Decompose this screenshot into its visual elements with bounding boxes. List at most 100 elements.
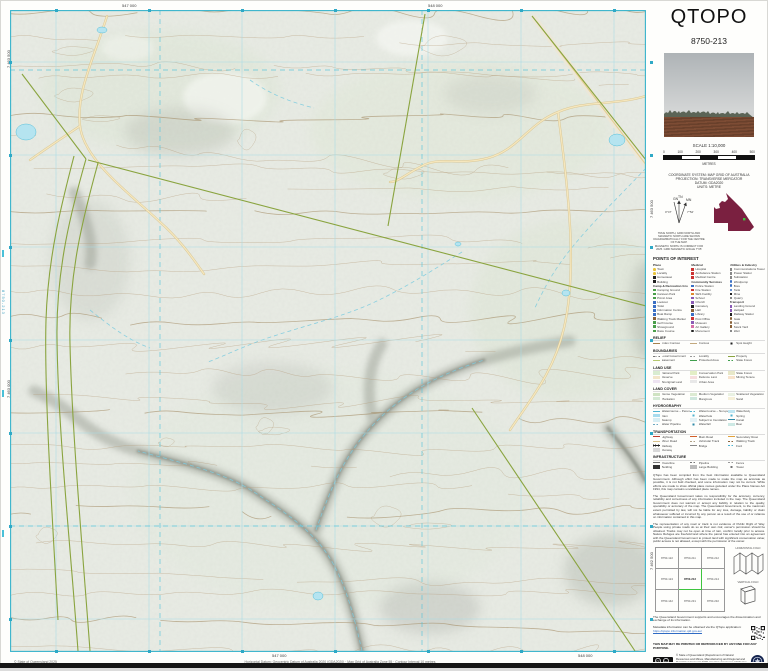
legend-item: Aboriginal Land bbox=[653, 380, 690, 384]
scale-segment bbox=[718, 156, 736, 159]
legend-swatch bbox=[727, 465, 735, 469]
poi-legend-title: POINTS OF INTEREST bbox=[653, 256, 699, 262]
legend-label: Building bbox=[661, 464, 673, 469]
queensland-locality-map bbox=[705, 192, 765, 237]
poi-symbol bbox=[653, 325, 656, 329]
legend-item: Waterfall bbox=[690, 422, 727, 426]
poi-symbol bbox=[729, 280, 733, 283]
poi-symbol bbox=[691, 313, 694, 316]
folded-map-icon bbox=[740, 585, 756, 605]
legend-label: Waterfall bbox=[698, 422, 711, 427]
cover-photo bbox=[664, 53, 754, 137]
adjoining-sheet-cell[interactable]: 8750-231 bbox=[678, 589, 702, 612]
adjoining-sheet-cell[interactable]: 8750-124 bbox=[655, 568, 679, 591]
reproduction-notice: THIS MAP MAY BE PRINTED OR REPRODUCED BY… bbox=[653, 642, 757, 650]
poi-symbol bbox=[691, 309, 694, 312]
poi-label: Weir bbox=[733, 328, 740, 333]
legend-label: Mining Tenure bbox=[736, 375, 755, 380]
legend-label: Tower bbox=[736, 464, 745, 469]
poi-symbol bbox=[729, 288, 733, 292]
grid-coordinate-label: 548 000 bbox=[428, 3, 443, 8]
disclaimer-paragraph: The Queensland Government takes no respo… bbox=[653, 493, 765, 520]
legend-item: Runway bbox=[653, 448, 690, 452]
grid-tick bbox=[9, 154, 12, 157]
legend-item: Reef bbox=[727, 422, 765, 426]
disclaimer-paragraph: QTopo has been compiled from the best in… bbox=[653, 473, 765, 492]
legend-swatch bbox=[653, 448, 660, 452]
legend-item: Mangrove bbox=[690, 397, 727, 401]
adjoining-sheet-cell[interactable]: 8750-214 bbox=[701, 568, 725, 591]
poi-symbol bbox=[729, 292, 733, 296]
scale-tick: 400 bbox=[731, 150, 737, 154]
grid-tick bbox=[520, 9, 523, 12]
map-area[interactable]: 547 000 548 000 547 000 548 000 7 463 500 7 4… bbox=[6, 4, 654, 665]
legend-item: Water Pipeline bbox=[653, 422, 690, 426]
legend-label: Protected Area bbox=[698, 358, 719, 363]
poi-symbol bbox=[653, 268, 656, 271]
poi-label: Race Course bbox=[657, 328, 675, 333]
legend-label: Water Pipeline bbox=[661, 422, 681, 427]
disclaimer-paragraph: The representation of any road or track … bbox=[653, 521, 765, 544]
poi-symbol bbox=[691, 268, 694, 271]
poi-legend-item: Race Course bbox=[653, 329, 688, 333]
poi-symbol bbox=[691, 329, 694, 333]
poi-symbol bbox=[691, 276, 694, 279]
legend-swatch bbox=[690, 465, 698, 469]
info-panel: QTOPO 8750-213 SCALE 1:10,000 0 100 200 300… bbox=[653, 6, 765, 662]
metadata-link[interactable]: https://qtopo.information.qld.gov.au/ bbox=[653, 629, 702, 633]
adjoining-sheet-cell[interactable]: 8750-232 bbox=[701, 589, 725, 612]
scale-segment bbox=[682, 156, 700, 159]
legend-item: State Forest bbox=[727, 358, 765, 363]
adjoining-sheet-cell[interactable]: 8750-211 bbox=[678, 546, 702, 570]
scale-tick: 500 bbox=[749, 150, 755, 154]
grid-tick bbox=[9, 525, 12, 528]
dissemination-text: The Queensland Government supports and e… bbox=[653, 614, 761, 623]
legend-swatch bbox=[727, 358, 735, 363]
projection-line: UNITS: METRE bbox=[697, 184, 721, 189]
grid-coordinate-label: 547 000 bbox=[272, 653, 287, 658]
legend-swatch bbox=[653, 380, 660, 384]
poi-symbol bbox=[691, 305, 694, 308]
poi-symbol bbox=[729, 325, 733, 329]
legend-item: Index Contour bbox=[653, 341, 690, 345]
queensland-shape bbox=[714, 192, 754, 231]
page-title: QTOPO bbox=[670, 6, 748, 28]
grid-tick bbox=[9, 246, 12, 249]
poi-legend: Place Town Locality Homestead Building Camp &… bbox=[653, 263, 765, 333]
poi-symbol bbox=[653, 280, 656, 283]
fold-diagrams: HORIZONTAL FOLD VERTICAL FOLD bbox=[731, 547, 765, 612]
projection-line: COORDINATE SYSTEM: MAP GRID OF AUSTRALIA bbox=[668, 172, 750, 177]
poi-label: Medical Centre bbox=[695, 275, 716, 280]
grid-tick bbox=[9, 618, 12, 621]
adjoining-sheet-cell[interactable]: 8750-142 bbox=[655, 589, 679, 612]
legend-label: State Forest bbox=[736, 358, 753, 363]
legend-swatch bbox=[690, 341, 698, 346]
scale-label: SCALE 1:10,000 bbox=[692, 143, 726, 148]
legend-swatch bbox=[727, 443, 735, 448]
legend-item: Mining Tenure bbox=[727, 375, 765, 380]
legend-swatch bbox=[653, 465, 660, 469]
legend-item: Tower bbox=[727, 464, 765, 469]
poi-legend-item: Weir bbox=[729, 328, 765, 333]
grid-tick bbox=[55, 9, 58, 12]
adjoining-sheet-cell[interactable]: 8750-212 bbox=[701, 546, 725, 570]
svg-text:7°52': 7°52' bbox=[687, 210, 694, 214]
svg-text:0°47': 0°47' bbox=[665, 210, 672, 214]
north-locality-row: GN TN MN 0°47' 7°52' TRUE NORTH, GRID NO… bbox=[653, 192, 765, 251]
qr-code bbox=[751, 626, 765, 641]
metadata-row: Metadata information can be obtained via… bbox=[653, 625, 765, 641]
legend-item: Sand bbox=[727, 397, 765, 401]
fold-mark bbox=[2, 250, 4, 257]
adjoining-sheet-cell[interactable]: 8750-122 bbox=[655, 546, 679, 570]
copyright-row: cc by © State of Queensland (Department … bbox=[653, 654, 765, 662]
grid-tick bbox=[148, 9, 151, 12]
svg-text:cc: cc bbox=[656, 659, 660, 662]
disclaimer-text: QTopo has been compiled from the best in… bbox=[653, 473, 765, 544]
scale-units: METRES bbox=[702, 161, 716, 166]
adjoining-sheet-cell[interactable]: 8750-213 bbox=[678, 568, 702, 591]
topographic-map bbox=[10, 10, 646, 652]
grid-tick bbox=[9, 339, 12, 342]
legend-swatch bbox=[690, 443, 698, 448]
poi-symbol bbox=[729, 317, 733, 320]
legend-item: Urban Area bbox=[690, 380, 727, 384]
